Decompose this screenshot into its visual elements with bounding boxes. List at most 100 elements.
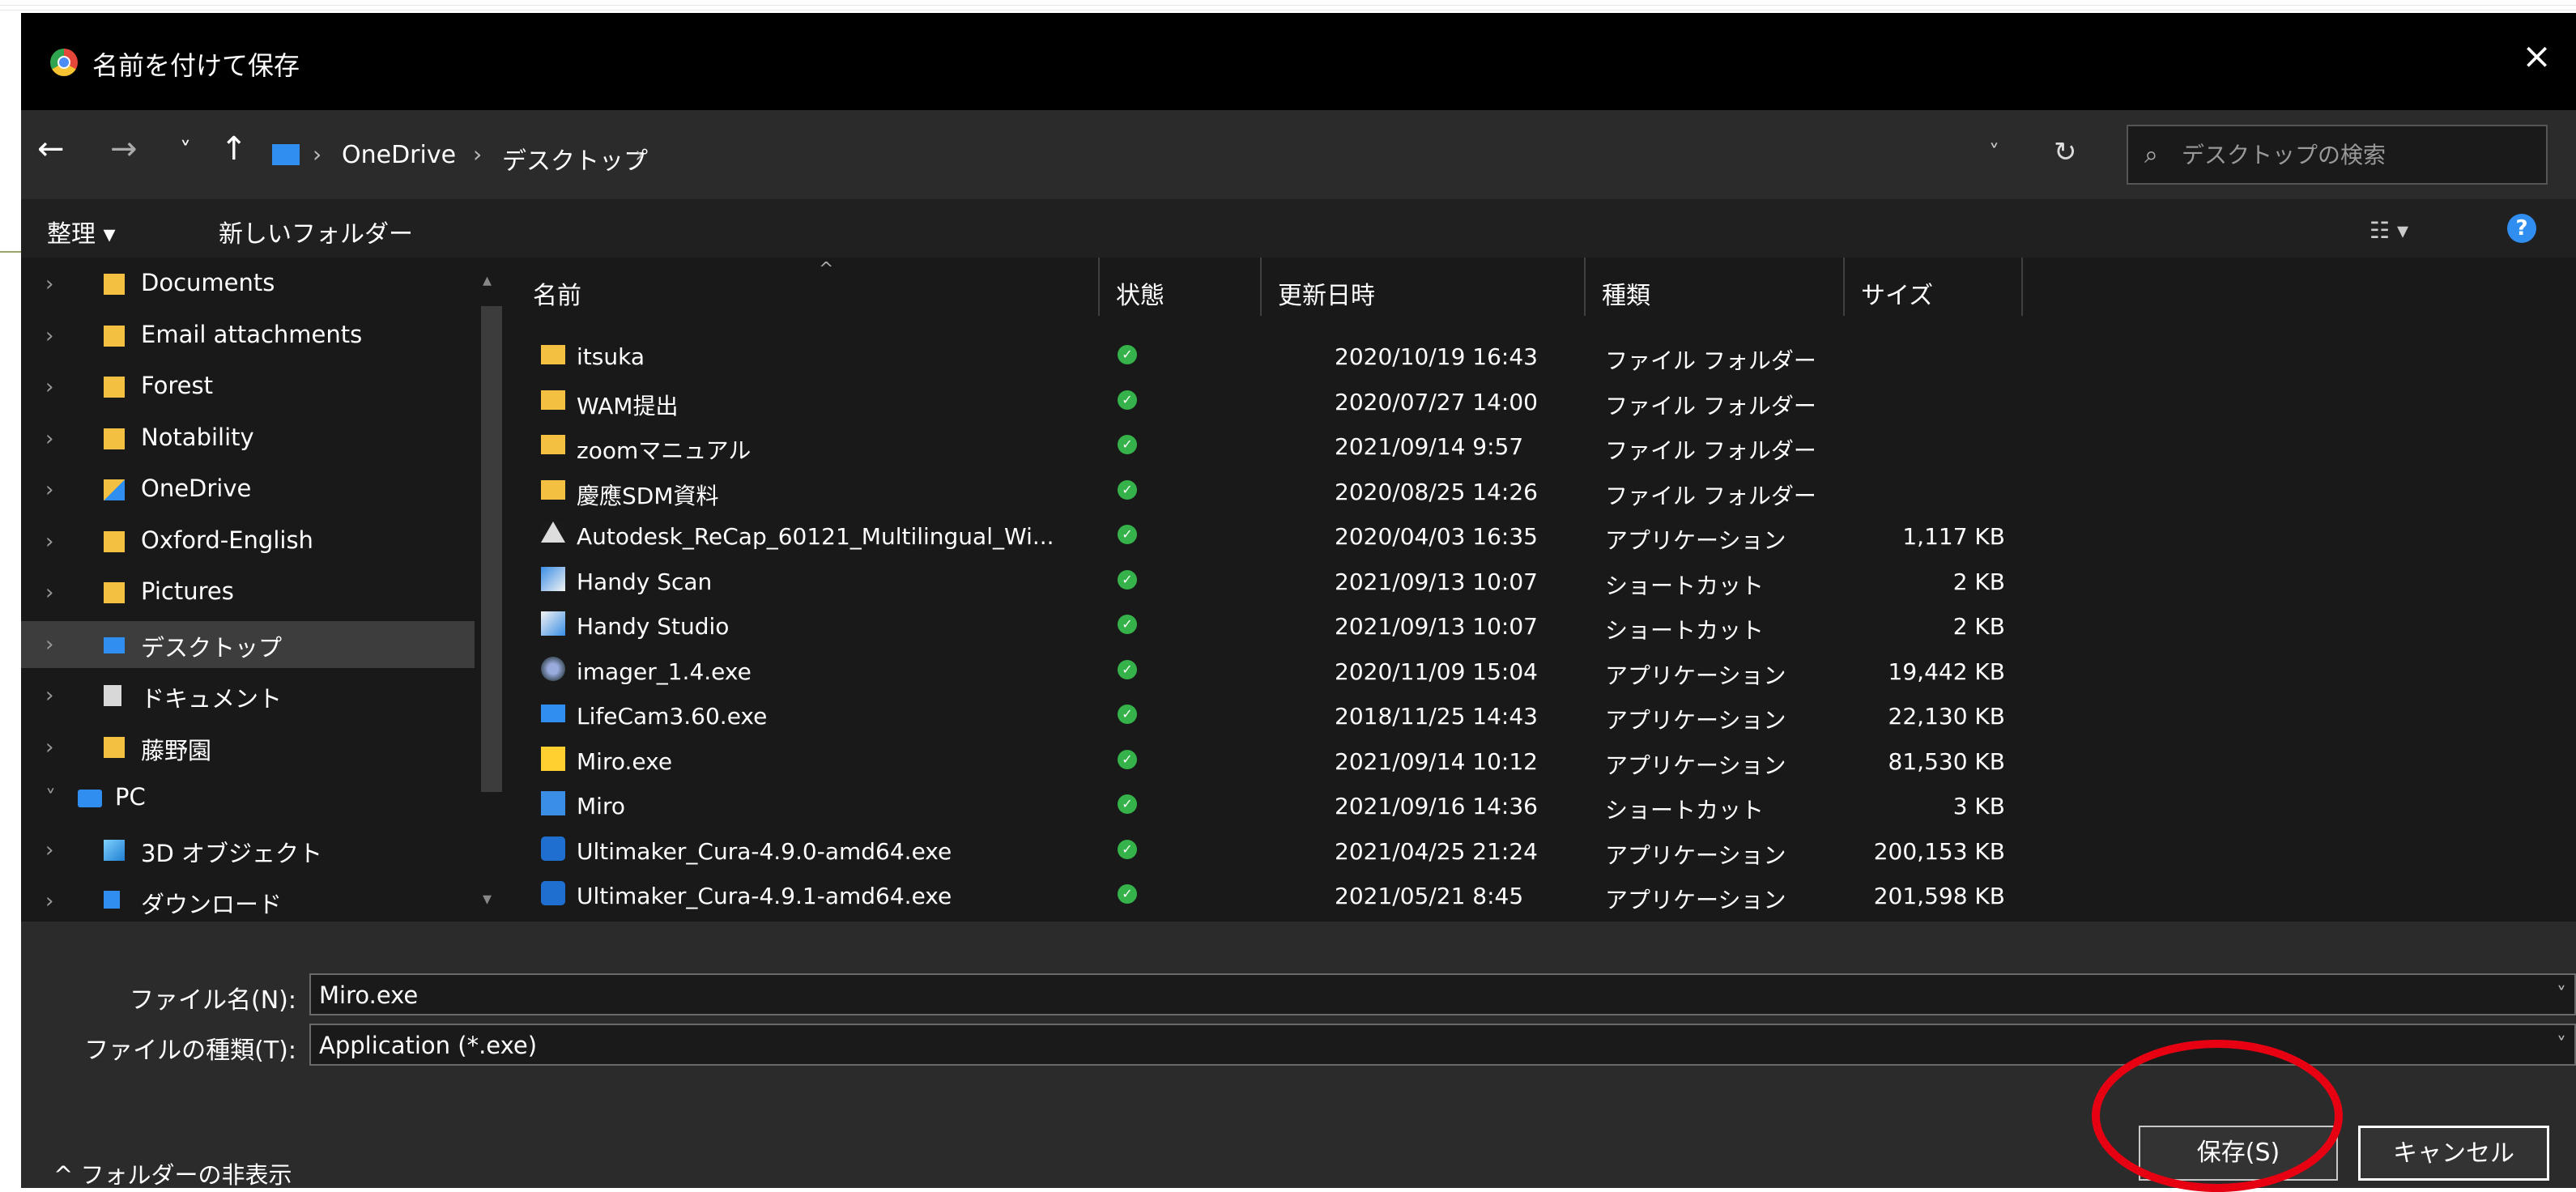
sync-status-icon: ✓ [1118, 749, 1137, 769]
file-type: アプリケーション [1605, 887, 1786, 913]
view-options-icon[interactable]: ☷ ▾ [2369, 217, 2408, 244]
chevron-right-icon[interactable]: › [45, 324, 53, 348]
file-modified: 2021/09/14 9:57 [1335, 433, 1524, 460]
onedrive-folder-icon [104, 479, 125, 500]
column-header-size[interactable]: サイズ [1843, 258, 2021, 316]
column-header-type[interactable]: 種類 [1584, 258, 1843, 316]
chevron-right-icon[interactable]: › [45, 632, 53, 657]
file-size: 1,117 KB [1902, 523, 2005, 550]
file-size: 200,153 KB [1873, 837, 2005, 865]
chevron-right-icon[interactable]: › [45, 889, 53, 913]
file-row[interactable]: 慶應SDM資料 ✓ 2020/08/25 14:26 ファイル フォルダー [515, 467, 2576, 511]
chevron-down-icon[interactable]: ˅ [2557, 983, 2566, 1006]
lifecam-icon [541, 705, 565, 722]
file-row[interactable]: itsuka ✓ 2020/10/19 16:43 ファイル フォルダー [515, 332, 2576, 376]
scroll-down-icon[interactable]: ▾ [483, 889, 492, 909]
file-list: 名前 ^ 状態 更新日時 種類 サイズ itsuka ✓ 2020/10/19 16… [515, 258, 2576, 922]
title-bar: 名前を付けて保存 × [21, 13, 2576, 110]
sync-status-icon: ✓ [1118, 435, 1137, 454]
file-row[interactable]: Miro.exe ✓ 2021/09/14 10:12 アプリケーション 81,530 … [515, 737, 2576, 781]
file-row[interactable]: WAM提出 ✓ 2020/07/27 14:00 ファイル フォルダー [515, 377, 2576, 421]
file-type: ファイル フォルダー [1605, 437, 1816, 464]
sidebar-item[interactable]: › ダウンロード [21, 878, 475, 922]
chevron-down-icon[interactable]: ˅ [2557, 1033, 2566, 1056]
imager-icon [541, 656, 565, 681]
refresh-button[interactable]: ↻ [2054, 136, 2077, 168]
chevron-right-icon[interactable]: › [45, 683, 53, 708]
sidebar-item-label: 3D オブジェクト [141, 839, 322, 867]
file-type: アプリケーション [1605, 527, 1786, 554]
organize-button[interactable]: 整理 ▾ [47, 214, 116, 249]
chevron-right-icon[interactable]: › [45, 838, 53, 862]
column-header-name[interactable]: 名前 [515, 258, 1082, 316]
file-row[interactable]: LifeCam3.60.exe ✓ 2018/11/25 14:43 アプリケーション… [515, 692, 2576, 735]
chevron-right-icon[interactable]: › [45, 427, 53, 451]
folder-icon [104, 325, 125, 347]
sidebar-item[interactable]: › 3D オブジェクト [21, 827, 475, 874]
filetype-label: ファイルの種類(T): [84, 1037, 296, 1065]
recent-locations-button[interactable]: ˅ [180, 139, 191, 162]
hide-folders-toggle[interactable]: ^ フォルダーの非表示 [53, 1156, 292, 1188]
file-row[interactable]: Autodesk_ReCap_60121_Multilingual_Wi... ✓… [515, 512, 2576, 556]
sidebar-item[interactable]: › Notability [21, 415, 475, 462]
chevron-right-icon[interactable]: › [45, 375, 53, 399]
up-button[interactable]: ↑ [220, 133, 248, 165]
file-row[interactable]: Ultimaker_Cura-4.9.1-amd64.exe ✓ 2021/05/2… [515, 871, 2576, 915]
back-button[interactable]: ← [37, 133, 65, 165]
search-box[interactable]: ⌕ [2127, 125, 2548, 185]
file-row[interactable]: Handy Studio ✓ 2021/09/13 10:07 ショートカット 2 KB [515, 602, 2576, 645]
sidebar-item-label: Forest [141, 372, 213, 399]
file-row[interactable]: Ultimaker_Cura-4.9.0-amd64.exe ✓ 2021/04/2… [515, 827, 2576, 871]
sync-status-icon: ✓ [1118, 884, 1137, 904]
column-header-status[interactable]: 状態 [1098, 258, 1260, 316]
file-name: Ultimaker_Cura-4.9.0-amd64.exe [577, 837, 952, 865]
sidebar-item[interactable]: › Email attachments [21, 313, 475, 360]
cura-icon [541, 836, 565, 861]
file-row[interactable]: imager_1.4.exe ✓ 2020/11/09 15:04 アプリケーション 1… [515, 647, 2576, 691]
file-modified: 2021/09/16 14:36 [1335, 793, 1538, 820]
file-row[interactable]: Miro ✓ 2021/09/16 14:36 ショートカット 3 KB [515, 781, 2576, 825]
filename-field[interactable]: Miro.exe ˅ [309, 973, 2576, 1015]
sidebar-item[interactable]: › Oxford-English [21, 518, 475, 565]
sidebar-item[interactable]: › Documents [21, 261, 475, 308]
chevron-right-icon[interactable]: › [45, 478, 53, 502]
breadcrumb-desktop[interactable]: デスクトップ [502, 141, 648, 177]
file-row[interactable]: Handy Scan ✓ 2021/09/13 10:07 ショートカット 2 KB [515, 557, 2576, 601]
filename-value[interactable]: Miro.exe [319, 981, 418, 1009]
chevron-right-icon[interactable]: › [45, 581, 53, 605]
new-folder-button[interactable]: 新しいフォルダー [219, 214, 413, 249]
sidebar-item[interactable]: ˅ PC [21, 775, 475, 822]
sidebar-item[interactable]: › 藤野園 [21, 724, 475, 771]
column-header-modified[interactable]: 更新日時 [1260, 258, 1584, 316]
sidebar-item[interactable]: › Pictures [21, 569, 475, 616]
search-input[interactable] [2180, 131, 2531, 178]
desktop-folder-icon [104, 636, 125, 653]
file-type: アプリケーション [1605, 707, 1786, 734]
chevron-right-icon[interactable]: › [45, 735, 53, 760]
pc-icon [78, 790, 102, 807]
scroll-up-icon[interactable]: ▴ [483, 270, 492, 291]
sidebar-item-label: Documents [141, 269, 275, 296]
breadcrumb-onedrive[interactable]: OneDrive [342, 141, 456, 169]
chevron-right-icon[interactable]: › [45, 272, 53, 296]
chevron-right-icon[interactable]: › [45, 530, 53, 554]
forward-button[interactable]: → [110, 133, 138, 165]
sync-status-icon: ✓ [1118, 479, 1137, 500]
chevron-down-icon[interactable]: ˅ [45, 786, 56, 811]
file-modified: 2020/04/03 16:35 [1335, 523, 1538, 550]
desktop-icon [272, 144, 300, 165]
cancel-button[interactable]: キャンセル [2358, 1126, 2549, 1181]
sort-ascending-icon: ^ [819, 259, 834, 279]
sidebar-scroll-thumb[interactable] [481, 306, 502, 792]
file-modified: 2021/09/14 10:12 [1335, 747, 1538, 775]
file-row[interactable]: zoomマニュアル ✓ 2021/09/14 9:57 ファイル フォルダー [515, 422, 2576, 466]
sidebar-item[interactable]: › OneDrive [21, 466, 475, 513]
close-button[interactable]: × [2522, 39, 2552, 74]
sidebar-item[interactable]: › デスクトップ [21, 620, 475, 668]
sidebar-item[interactable]: › ドキュメント [21, 672, 475, 719]
file-size: 81,530 KB [1888, 747, 2005, 775]
help-icon[interactable]: ? [2507, 214, 2536, 243]
address-dropdown[interactable]: ˅ [1989, 141, 1999, 165]
sidebar-item[interactable]: › Forest [21, 364, 475, 411]
filetype-value[interactable]: Application (*.exe) [319, 1032, 537, 1059]
